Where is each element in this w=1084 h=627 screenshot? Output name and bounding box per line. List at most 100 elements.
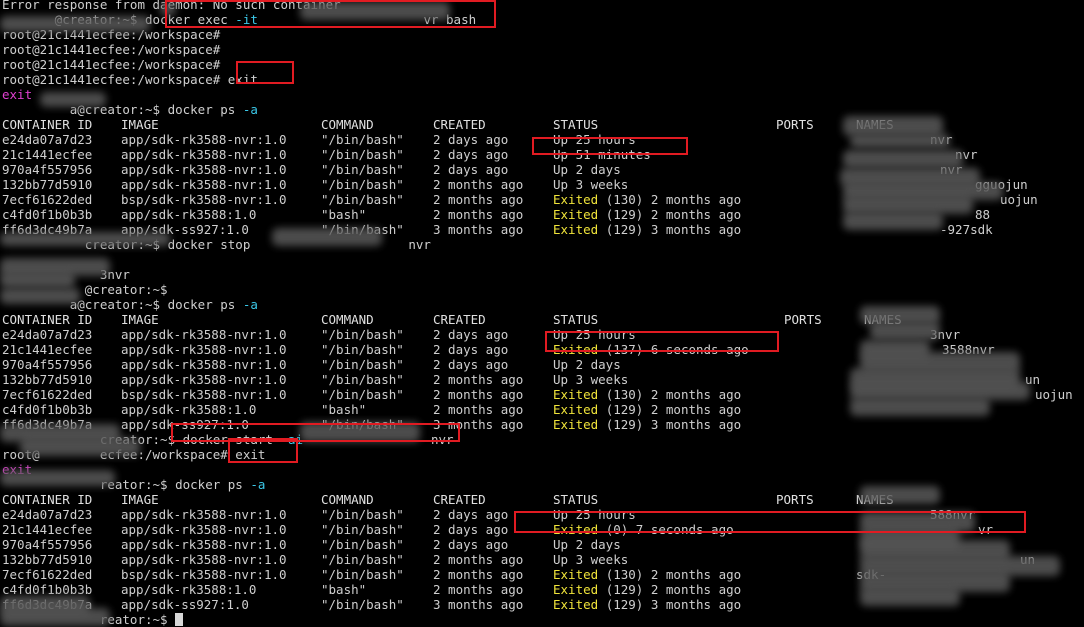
container-image: app/sdk-rk3588-nvr:1.0 xyxy=(121,147,287,162)
header-image: IMAGE xyxy=(121,312,159,327)
container-command: "/bin/bash" xyxy=(321,147,404,162)
container-created: 2 months ago xyxy=(433,402,524,417)
highlight-box xyxy=(532,137,688,155)
container-created: 2 days ago xyxy=(433,327,509,342)
container-command: "/bin/bash" xyxy=(321,372,404,387)
status-detail: (129) 2 months ago xyxy=(605,207,742,222)
container-names: uojun xyxy=(1035,387,1073,402)
header-created: CREATED xyxy=(433,117,486,132)
highlight-box xyxy=(228,438,298,463)
container-image: app/sdk-rk3588-nvr:1.0 xyxy=(121,552,287,567)
container-created: 2 months ago xyxy=(433,177,524,192)
container-command: "/bin/bash" xyxy=(321,342,404,357)
header-created: CREATED xyxy=(433,312,486,327)
container-names: 88 xyxy=(975,207,991,222)
status-detail: (130) 2 months ago xyxy=(605,567,742,582)
status-exited: Exited xyxy=(553,222,599,237)
highlight-box xyxy=(171,423,460,442)
redaction-blur xyxy=(20,438,140,456)
container-created: 2 days ago xyxy=(433,537,509,552)
highlight-box xyxy=(545,331,779,352)
container-id: 970a4f557956 xyxy=(2,537,93,552)
container-command: "/bin/bash" xyxy=(321,132,404,147)
status-exited: Exited xyxy=(553,207,599,222)
redaction-blur xyxy=(850,398,990,416)
container-created: 2 days ago xyxy=(433,162,509,177)
container-command: "/bin/bash" xyxy=(321,162,404,177)
container-command: "/bin/bash" xyxy=(321,567,404,582)
container-id: e24da07a7d23 xyxy=(2,327,93,342)
header-status: STATUS xyxy=(553,312,599,327)
container-command: "bash" xyxy=(321,402,367,417)
header-created: CREATED xyxy=(433,492,486,507)
line-segment: -a xyxy=(242,297,258,312)
redaction-blur xyxy=(850,134,950,148)
container-status: Exited (129) 3 months ago xyxy=(553,597,741,612)
container-command: "/bin/bash" xyxy=(321,357,404,372)
container-image: app/sdk-rk3588-nvr:1.0 xyxy=(121,177,287,192)
redaction-blur xyxy=(843,212,943,230)
highlight-box xyxy=(165,0,496,28)
container-id: 7ecf61622ded xyxy=(2,567,93,582)
redaction-blur xyxy=(0,288,80,304)
container-image: app/sdk-rk3588-nvr:1.0 xyxy=(121,327,287,342)
status-detail: (130) 2 months ago xyxy=(605,387,742,402)
container-status: Up 2 days xyxy=(553,537,621,552)
container-image: app/sdk-rk3588-nvr:1.0 xyxy=(121,372,287,387)
redaction-blur xyxy=(843,116,943,136)
container-status: Exited (129) 3 months ago xyxy=(553,222,741,237)
container-command: "/bin/bash" xyxy=(321,522,404,537)
line-segment: a@creator:~$ docker ps xyxy=(2,102,243,117)
container-image: app/sdk-rk3588-nvr:1.0 xyxy=(121,507,287,522)
container-image: bsp/sdk-rk3588-nvr:1.0 xyxy=(121,567,287,582)
container-created: 2 months ago xyxy=(433,192,524,207)
container-created: 2 days ago xyxy=(433,147,509,162)
container-image: app/sdk-rk3588-nvr:1.0 xyxy=(121,342,287,357)
container-command: "/bin/bash" xyxy=(321,177,404,192)
container-id: 132bb77d5910 xyxy=(2,372,93,387)
container-created: 2 days ago xyxy=(433,522,509,537)
status-detail: (129) 3 months ago xyxy=(605,417,742,432)
container-created: 2 days ago xyxy=(433,342,509,357)
redaction-blur xyxy=(272,228,382,246)
status-detail: (129) 3 months ago xyxy=(605,222,742,237)
container-command: "/bin/bash" xyxy=(321,327,404,342)
status-detail: (129) 2 months ago xyxy=(605,402,742,417)
container-status: Exited (129) 2 months ago xyxy=(553,402,741,417)
container-created: 2 months ago xyxy=(433,582,524,597)
container-status: Exited (129) 2 months ago xyxy=(553,582,741,597)
header-command: COMMAND xyxy=(321,312,374,327)
redaction-blur xyxy=(843,150,963,168)
header-status: STATUS xyxy=(553,117,599,132)
container-command: "bash" xyxy=(321,207,367,222)
container-created: 2 months ago xyxy=(433,567,524,582)
container-id: 7ecf61622ded xyxy=(2,387,93,402)
status-detail: (129) 3 months ago xyxy=(605,597,742,612)
status-exited: Exited xyxy=(553,597,599,612)
terminal-window[interactable]: Error response from daemon: No such cont… xyxy=(0,0,1084,627)
container-command: "bash" xyxy=(321,582,367,597)
terminal-line: exit xyxy=(2,87,32,102)
header-ports: PORTS xyxy=(776,492,814,507)
line-segment: root@21c1441ecfee:/workspace# xyxy=(2,42,221,57)
terminal-line: root@21c1441ecfee:/workspace# xyxy=(2,42,220,57)
terminal-line: root@21c1441ecfee:/workspace# exit xyxy=(2,72,258,87)
container-created: 3 months ago xyxy=(433,597,524,612)
status-exited: Exited xyxy=(553,387,599,402)
highlight-box xyxy=(236,61,294,84)
container-id: c4fd0f1b0b3b xyxy=(2,582,93,597)
redaction-blur xyxy=(0,16,150,32)
status-exited: Exited xyxy=(553,567,599,582)
container-status: Up 2 days xyxy=(553,357,621,372)
header-ports: PORTS xyxy=(784,312,822,327)
container-id: 21c1441ecfee xyxy=(2,147,93,162)
container-id: 132bb77d5910 xyxy=(2,552,93,567)
container-created: 2 months ago xyxy=(433,372,524,387)
container-names: uojun xyxy=(1000,192,1038,207)
status-exited: Exited xyxy=(553,402,599,417)
container-status: Up 3 weeks xyxy=(553,177,629,192)
container-image: app/sdk-rk3588:1.0 xyxy=(121,582,257,597)
container-id: c4fd0f1b0b3b xyxy=(2,402,93,417)
container-id: e24da07a7d23 xyxy=(2,132,93,147)
status-exited: Exited xyxy=(553,192,599,207)
